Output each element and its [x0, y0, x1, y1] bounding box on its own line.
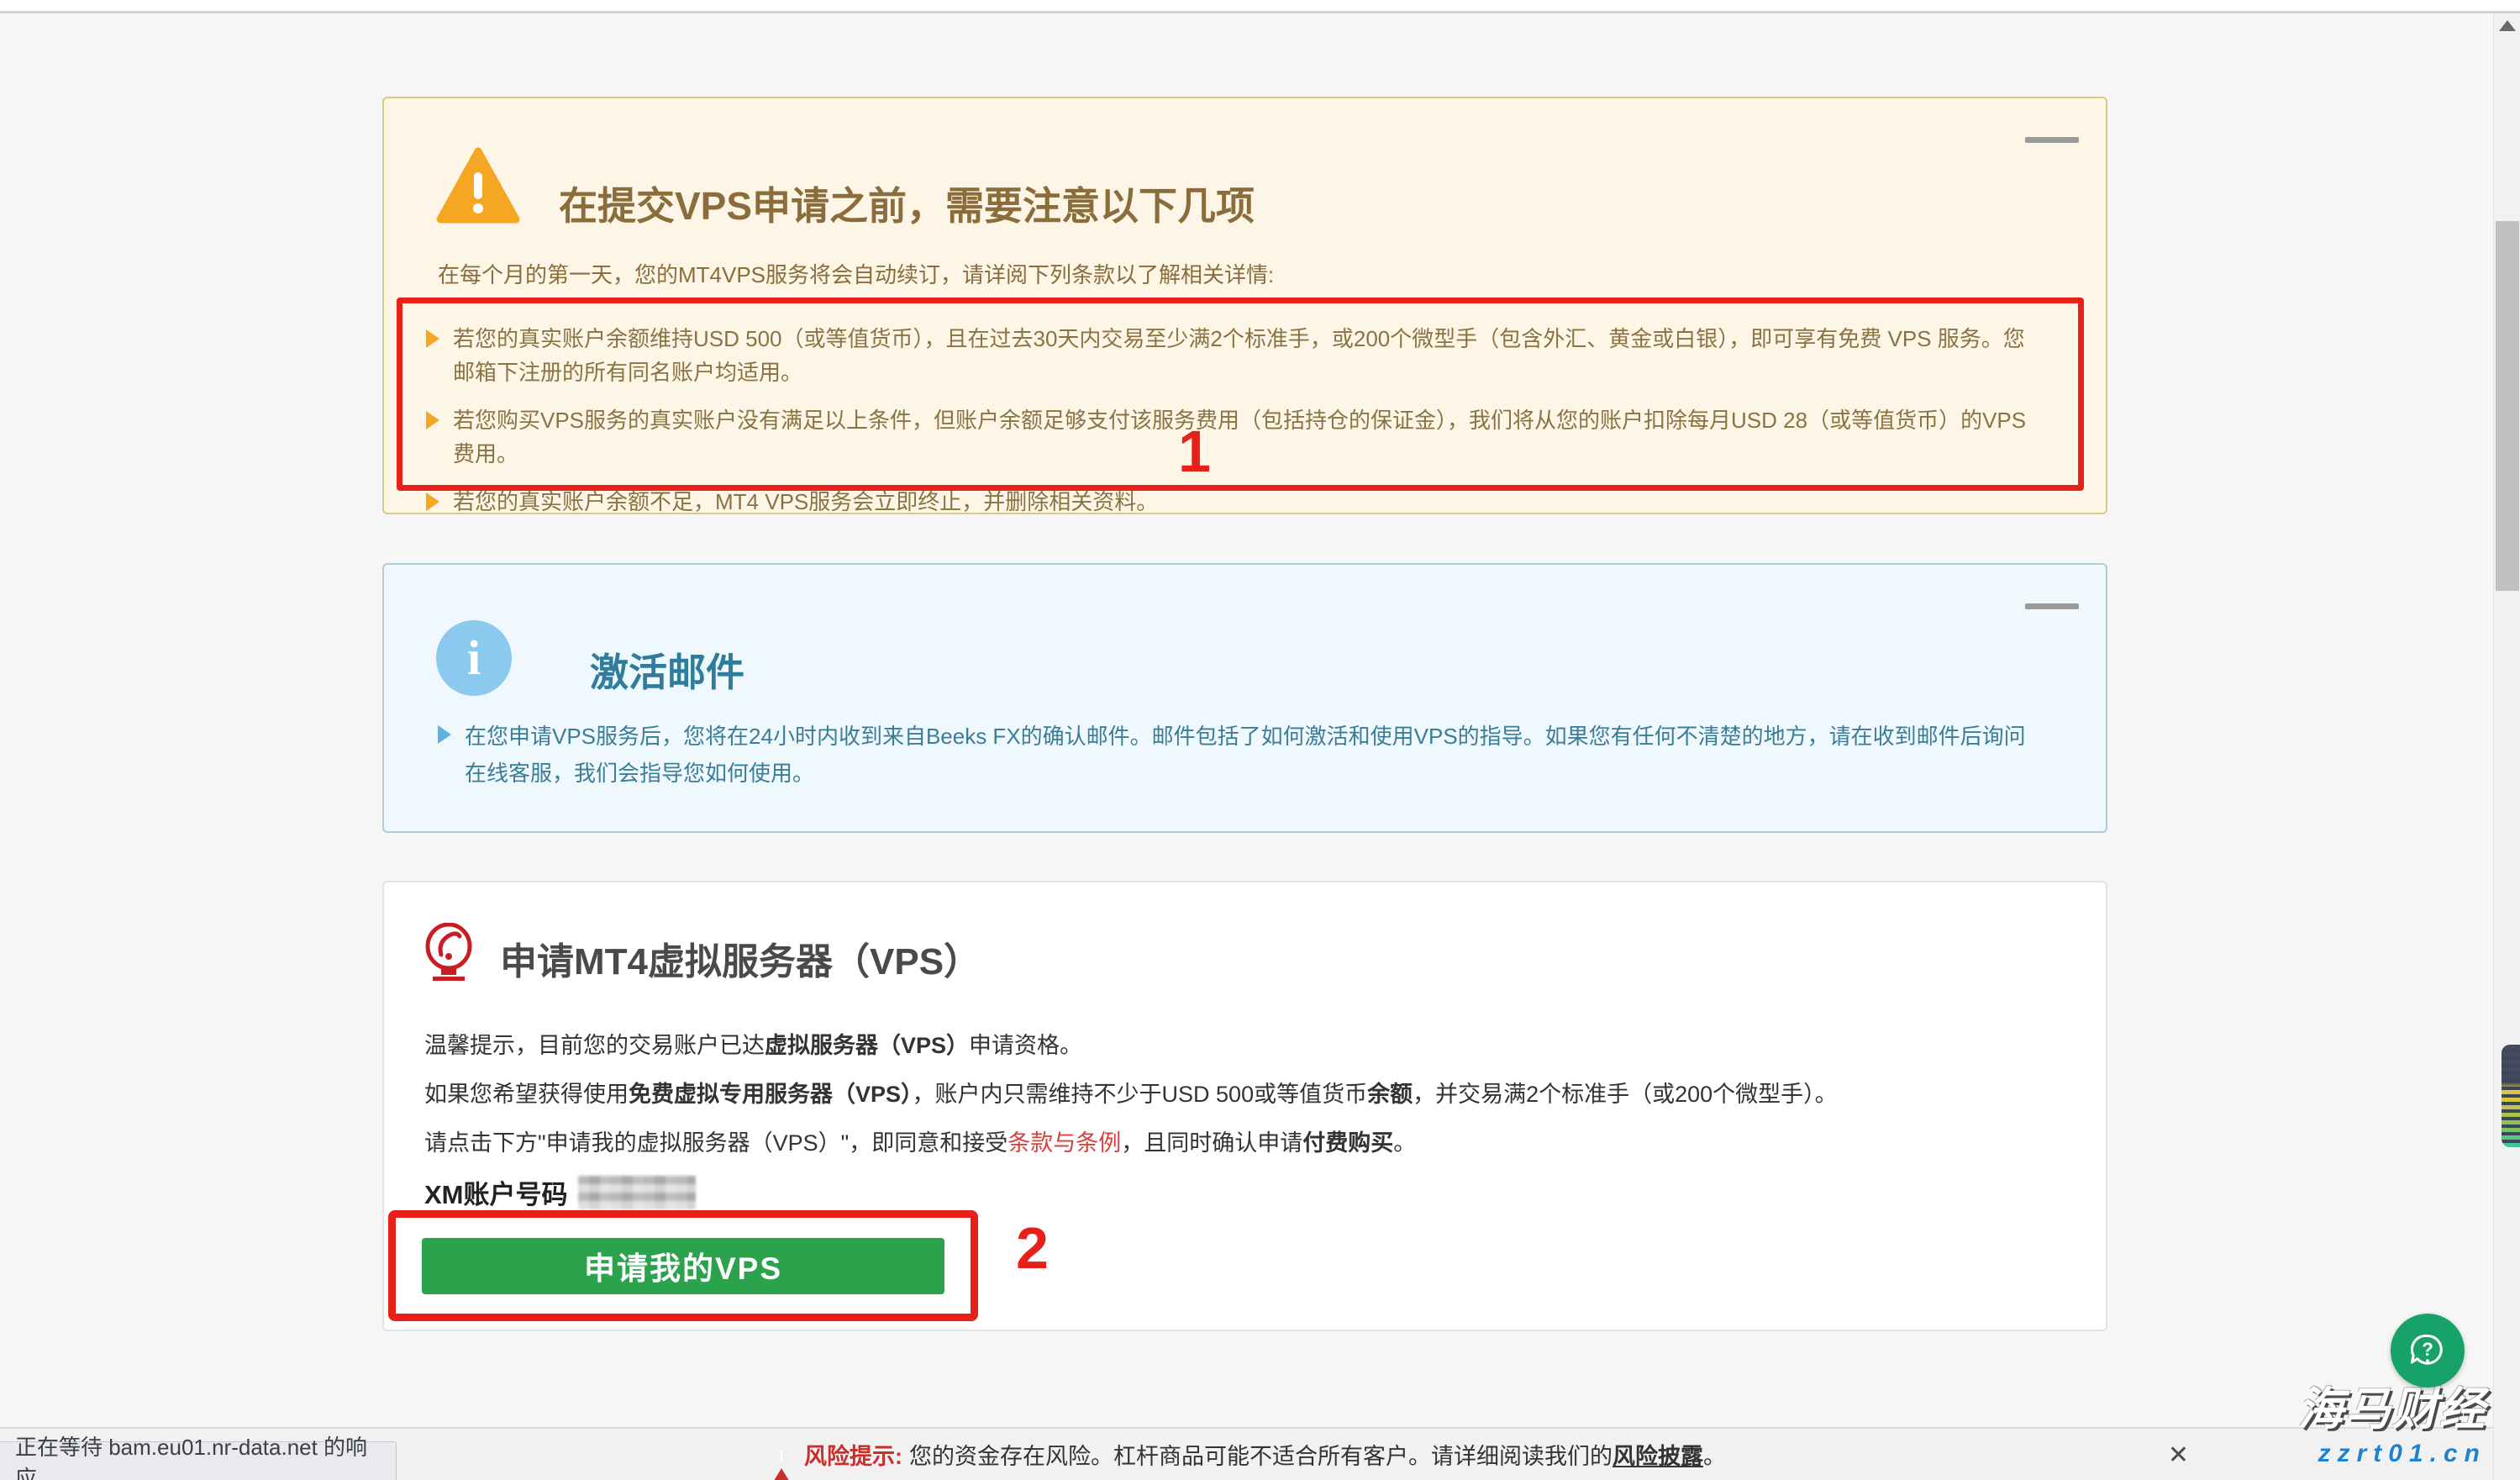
text-part-bold: 余额: [1367, 1082, 1413, 1107]
text-part: ，账户内只需维持不少于USD 500或等值货币: [913, 1082, 1368, 1107]
apply-paragraph-3: 请点击下方"申请我的虚拟服务器（VPS）"，即同意和接受条款与条例，且同时确认申…: [424, 1126, 2055, 1160]
bullet-arrow-icon: [426, 411, 439, 429]
bullet-text: 若您购买VPS服务的真实账户没有满足以上条件，但账户余额足够支付该服务费用（包括…: [453, 403, 2044, 471]
text-part: 。: [1393, 1130, 1416, 1156]
annotation-number-2: 2: [1016, 1214, 1049, 1282]
apply-vps-button[interactable]: 申请我的VPS: [422, 1238, 944, 1294]
bullet-arrow-icon: [438, 725, 451, 744]
bullet-text: 若您的真实账户余额不足，MT4 VPS服务会立即终止，并删除相关资料。: [453, 485, 1158, 519]
vps-warning-panel: 在提交VPS申请之前，需要注意以下几项 在每个月的第一天，您的MT4VPS服务将…: [382, 97, 2107, 514]
account-row: XM账户号码: [424, 1173, 696, 1211]
scroll-up-icon[interactable]: [2499, 20, 2516, 31]
list-item: 若您购买VPS服务的真实账户没有满足以上条件，但账户余额足够支付该服务费用（包括…: [426, 403, 2044, 471]
text-part-bold: 虚拟服务器（VPS）: [765, 1033, 969, 1058]
browser-status-tooltip: 正在等待 bam.eu01.nr-data.net 的响应...: [0, 1441, 397, 1480]
bullet-text: 若您的真实账户余额维持USD 500（或等值货币），且在过去30天内交易至少满2…: [453, 322, 2044, 389]
list-item: 若您的真实账户余额维持USD 500（或等值货币），且在过去30天内交易至少满2…: [426, 322, 2044, 389]
risk-warning-icon: !: [767, 1443, 796, 1467]
risk-text: 您的资金存在风险。杠杆商品可能不适合所有客户。请详细阅读我们的: [909, 1438, 1612, 1471]
text-part: ，并交易满2个标准手（或200个微型手）。: [1413, 1082, 1838, 1107]
collapse-icon[interactable]: [2025, 137, 2079, 143]
annotation-number-1: 1: [1178, 418, 1211, 485]
info-icon-letter: i: [467, 634, 481, 682]
status-text: 正在等待 bam.eu01.nr-data.net 的响应...: [15, 1430, 396, 1480]
warning-bullet-list: 若您的真实账户余额维持USD 500（或等值货币），且在过去30天内交易至少满2…: [402, 303, 2078, 534]
svg-text:?: ?: [2422, 1339, 2433, 1360]
warning-panel-title: 在提交VPS申请之前，需要注意以下几项: [559, 176, 1255, 231]
risk-label: 风险提示:: [804, 1438, 902, 1471]
apply-panel-title: 申请MT4虚拟服务器（VPS）: [500, 931, 981, 985]
browser-edge-strip: [0, 0, 2520, 13]
question-bubble-icon: ?: [2404, 1327, 2451, 1374]
apply-vps-panel: 申请MT4虚拟服务器（VPS） 温馨提示，目前您的交易账户已达虚拟服务器（VPS…: [382, 881, 2107, 1331]
bullet-arrow-icon: [426, 492, 439, 511]
close-icon[interactable]: ✕: [2168, 1440, 2189, 1470]
risk-warning-mark: !: [767, 1448, 796, 1466]
apply-paragraph-1: 温馨提示，目前您的交易账户已达虚拟服务器（VPS）申请资格。: [424, 1029, 2055, 1062]
bullet-arrow-icon: [426, 329, 439, 348]
info-panel-title: 激活邮件: [590, 642, 744, 698]
text-part: 温馨提示，目前您的交易账户已达: [424, 1033, 765, 1058]
text-part: ，且同时确认申请: [1121, 1130, 1302, 1156]
warning-triangle-icon: [436, 147, 520, 229]
side-floating-widget[interactable]: [2502, 1045, 2520, 1147]
vertical-scrollbar[interactable]: [2493, 0, 2520, 1480]
list-item: 在您申请VPS服务后，您将在24小时内收到来自Beeks FX的确认邮件。邮件包…: [438, 718, 2047, 792]
annotation-box-1: 若您的真实账户余额维持USD 500（或等值货币），且在过去30天内交易至少满2…: [397, 298, 2084, 491]
account-label: XM账户号码: [424, 1173, 568, 1211]
scrollbar-thumb[interactable]: [2496, 221, 2519, 591]
text-part: 如果您希望获得使用: [424, 1082, 629, 1107]
list-item: 若您的真实账户余额不足，MT4 VPS服务会立即终止，并删除相关资料。: [426, 485, 2044, 519]
account-number-redacted: [578, 1176, 696, 1209]
activation-email-panel: i 激活邮件 在您申请VPS服务后，您将在24小时内收到来自Beeks FX的确…: [382, 563, 2107, 833]
vps-stamp-icon: [423, 923, 475, 988]
warning-intro-text: 在每个月的第一天，您的MT4VPS服务将会自动续订，请详阅下列条款以了解相关详情…: [438, 258, 1274, 289]
text-part-bold: 免费虚拟专用服务器（VPS）: [629, 1082, 913, 1107]
risk-suffix: 。: [1703, 1438, 1726, 1471]
text-part: 申请资格。: [969, 1033, 1082, 1058]
collapse-icon[interactable]: [2025, 603, 2079, 609]
info-icon: i: [436, 620, 512, 696]
help-button[interactable]: ?: [2391, 1314, 2465, 1388]
apply-paragraph-2: 如果您希望获得使用免费虚拟专用服务器（VPS），账户内只需维持不少于USD 50…: [424, 1077, 2055, 1111]
risk-disclosure-link[interactable]: 风险披露: [1612, 1438, 1703, 1471]
text-part: 请点击下方"申请我的虚拟服务器（VPS）"，即同意和接受: [424, 1130, 1007, 1156]
text-part-bold: 付费购买: [1302, 1130, 1393, 1156]
terms-link[interactable]: 条款与条例: [1007, 1130, 1121, 1156]
info-text: 在您申请VPS服务后，您将在24小时内收到来自Beeks FX的确认邮件。邮件包…: [465, 718, 2047, 792]
annotation-box-2: 申请我的VPS: [388, 1210, 978, 1321]
